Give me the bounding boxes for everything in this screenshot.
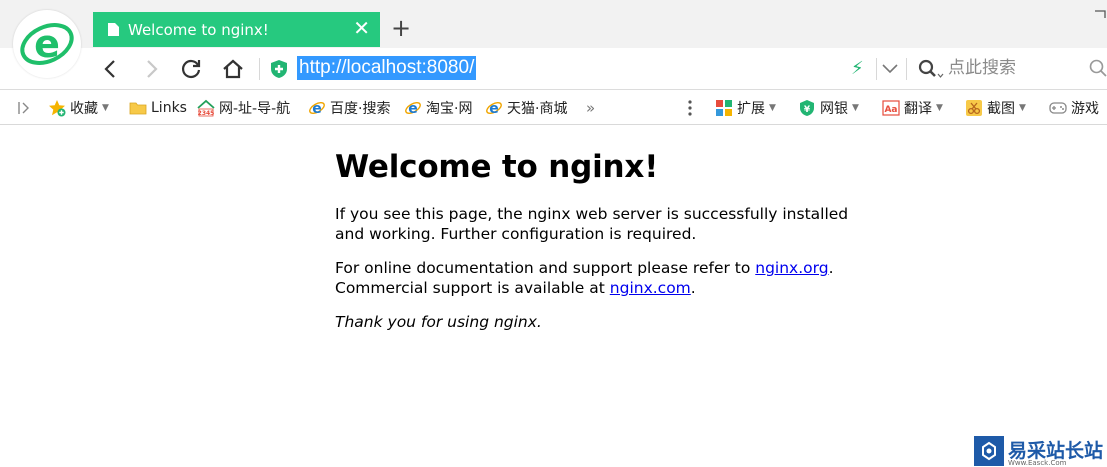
bookmark-baidu[interactable]: e 百度·搜索 xyxy=(308,91,390,125)
search-icon[interactable] xyxy=(1089,59,1107,77)
watermark-badge-icon xyxy=(974,435,1004,466)
tool-label: 游戏 xyxy=(1071,101,1099,117)
speed-mode-icon[interactable]: ⚡ xyxy=(851,58,864,79)
tab-strip: e Welcome to nginx! ✕ + xyxy=(0,0,1107,78)
reload-icon xyxy=(181,59,201,79)
ie-icon: e xyxy=(309,101,325,117)
tool-extensions[interactable]: 扩展 ▼ xyxy=(715,91,776,125)
window-control-icon[interactable] xyxy=(1093,9,1107,19)
folder-icon xyxy=(129,102,147,115)
bookmark-label: 收藏 xyxy=(70,101,98,117)
svg-text:Aa: Aa xyxy=(884,105,897,115)
thanks-text: Thank you for using nginx. xyxy=(335,313,542,331)
browser-logo-icon[interactable]: e xyxy=(13,10,81,78)
bookmark-tmall[interactable]: e 天猫·商城 xyxy=(485,91,567,125)
tool-banking[interactable]: ¥ 网银 ▼ xyxy=(798,91,859,125)
home-icon xyxy=(223,59,243,79)
translate-icon: Aa xyxy=(882,100,900,116)
more-menu-icon[interactable] xyxy=(688,99,692,117)
tab-active[interactable]: Welcome to nginx! ✕ xyxy=(93,12,380,47)
reload-button[interactable] xyxy=(178,56,204,82)
bank-shield-icon: ¥ xyxy=(800,100,814,116)
navigation-bar: http://localhost:8080/ ⚡ xyxy=(0,48,1107,90)
home-button[interactable] xyxy=(220,56,246,82)
chevron-down-icon: ▼ xyxy=(852,103,859,113)
back-button[interactable] xyxy=(98,56,124,82)
divider xyxy=(259,58,260,80)
chevron-down-icon: ▼ xyxy=(769,103,776,113)
ie-icon: e xyxy=(486,101,502,117)
svg-text:e: e xyxy=(34,22,60,66)
svg-text:e: e xyxy=(489,101,499,117)
nginx-com-link[interactable]: nginx.com xyxy=(610,279,691,297)
search-input[interactable] xyxy=(948,55,1078,81)
ie-icon: e xyxy=(405,101,421,117)
bookmark-label: Links xyxy=(151,100,187,116)
forward-arrow-icon xyxy=(147,60,158,78)
scissors-icon xyxy=(966,100,982,116)
tool-label: 截图 xyxy=(987,101,1015,117)
extensions-grid-icon xyxy=(716,100,732,116)
chevron-down-icon: ▼ xyxy=(936,103,943,113)
support-paragraph: For online documentation and support ple… xyxy=(335,258,855,298)
nginx-org-link[interactable]: nginx.org xyxy=(755,259,828,277)
tab-title: Welcome to nginx! xyxy=(128,20,269,39)
address-input[interactable]: http://localhost:8080/ xyxy=(297,56,477,80)
tool-translate[interactable]: Aa 翻译 ▼ xyxy=(882,91,943,125)
page-content: Welcome to nginx! If you see this page, … xyxy=(335,148,855,346)
bookmark-nav[interactable]: 2345 网-址-导-航 xyxy=(197,91,290,125)
bookmark-overflow-button[interactable]: » xyxy=(586,91,595,125)
intro-paragraph: If you see this page, the nginx web serv… xyxy=(335,205,849,243)
divider xyxy=(906,58,907,80)
tab-close-icon[interactable]: ✕ xyxy=(353,18,370,38)
search-engine-icon[interactable] xyxy=(918,59,944,81)
tool-label: 网银 xyxy=(820,101,848,117)
2345-house-icon: 2345 xyxy=(197,99,215,117)
thanks-paragraph: Thank you for using nginx. xyxy=(335,312,855,332)
chevron-down-icon: ▼ xyxy=(1019,103,1026,113)
star-icon xyxy=(49,100,66,117)
security-shield-icon[interactable] xyxy=(269,59,289,79)
bookmark-bar: 收藏 ▼ Links 2345 网-址-导-航 e 百度·搜索 e 淘宝·网 e… xyxy=(0,91,1107,125)
page-icon xyxy=(108,23,119,36)
chevron-down-icon: ▼ xyxy=(102,103,109,113)
svg-text:e: e xyxy=(312,101,322,117)
back-arrow-icon xyxy=(104,60,115,78)
tool-screenshot[interactable]: 截图 ▼ xyxy=(965,91,1026,125)
forward-button[interactable] xyxy=(138,56,164,82)
tool-games[interactable]: 游戏 xyxy=(1049,91,1099,125)
support-text: . xyxy=(690,279,696,297)
bookmark-taobao[interactable]: e 淘宝·网 xyxy=(404,91,472,125)
bookmark-label: 百度·搜索 xyxy=(330,101,391,117)
divider xyxy=(876,58,877,80)
svg-text:2345: 2345 xyxy=(198,110,215,117)
sidebar-toggle-icon xyxy=(18,102,29,114)
gamepad-icon xyxy=(1049,102,1067,114)
sidebar-toggle-button[interactable] xyxy=(17,91,31,125)
bookmark-label: 网-址-导-航 xyxy=(219,101,291,117)
bookmark-favorites[interactable]: 收藏 ▼ xyxy=(48,91,109,125)
watermark-text: 易采站长站 xyxy=(1008,439,1104,462)
svg-text:e: e xyxy=(408,101,418,117)
tool-label: 扩展 xyxy=(737,101,765,117)
new-tab-button[interactable]: + xyxy=(390,14,412,42)
bookmark-label: 天猫·商城 xyxy=(507,101,568,117)
watermark-logo: 易采站长站 Www.Easck.Com xyxy=(972,434,1107,467)
bookmark-links[interactable]: Links xyxy=(129,91,187,125)
support-text: For online documentation and support ple… xyxy=(335,259,756,277)
svg-text:¥: ¥ xyxy=(804,105,811,115)
chevron-down-icon[interactable] xyxy=(880,58,900,78)
tool-label: 翻译 xyxy=(904,101,932,117)
bookmark-label: 淘宝·网 xyxy=(426,101,473,117)
watermark-subtext: Www.Easck.Com xyxy=(1008,459,1067,467)
page-heading: Welcome to nginx! xyxy=(335,149,659,185)
